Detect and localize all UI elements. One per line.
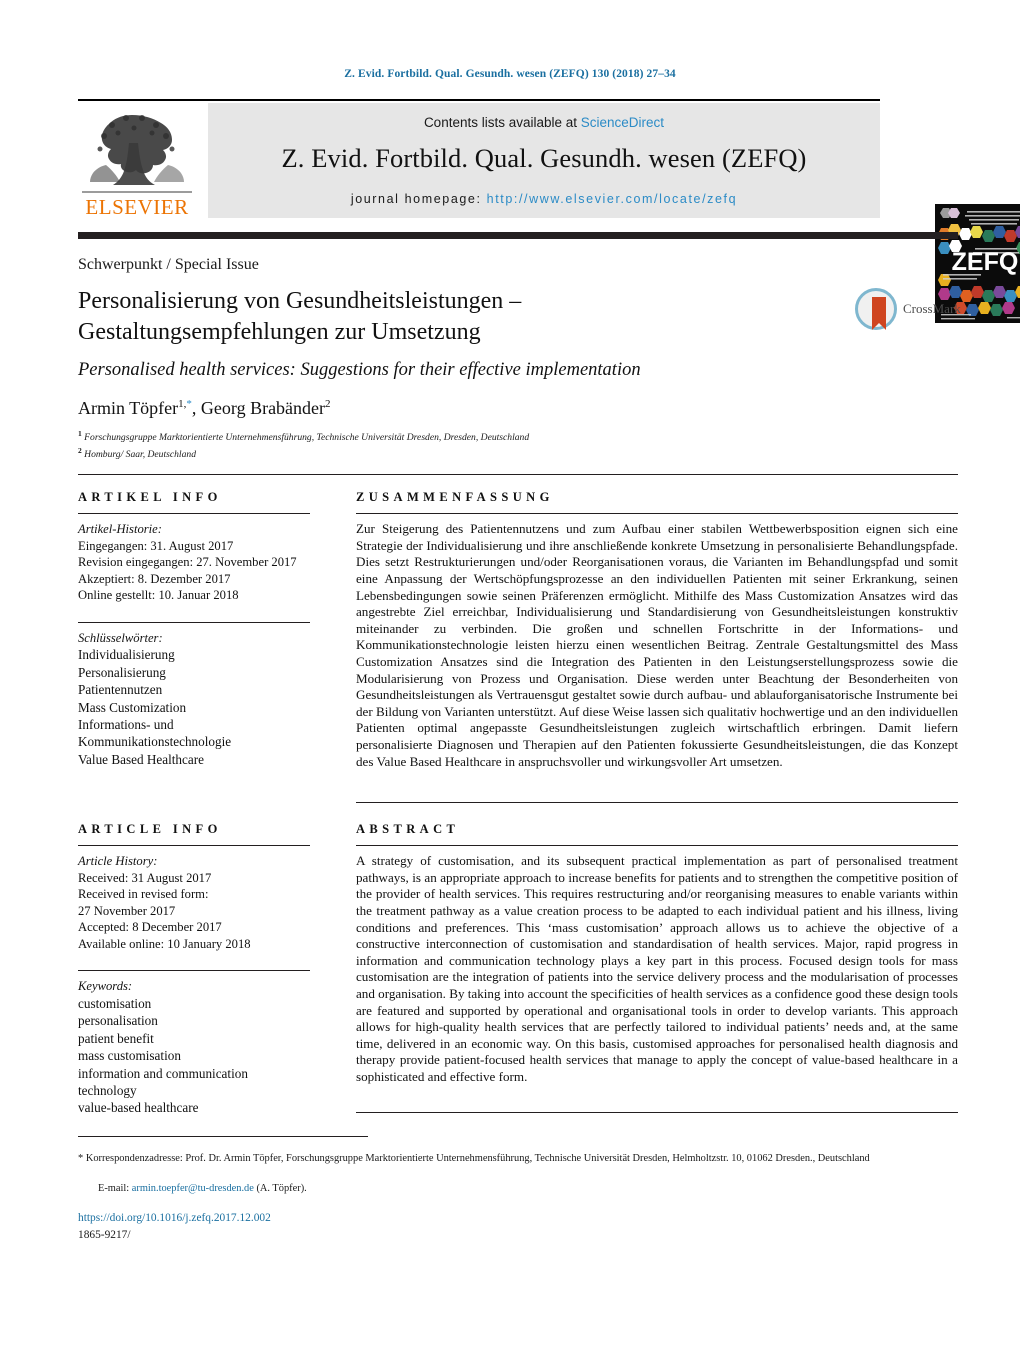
crossmark-ribbon-icon xyxy=(872,297,886,330)
article-info-rule xyxy=(78,845,310,847)
author-1-name: Armin Töpfer xyxy=(78,398,179,418)
keyword-item: mass customisation xyxy=(78,1048,181,1064)
email-line: E-mail: armin.toepfer@tu-dresden.de (A. … xyxy=(78,1183,958,1194)
journal-masthead: ELSEVIER Contents lists available at Sci… xyxy=(78,100,1020,323)
journal-title: Z. Evid. Fortbild. Qual. Gesundh. wesen … xyxy=(281,143,807,173)
keyword-item: Informations- und xyxy=(78,717,174,732)
journal-header-band: Contents lists available at ScienceDirec… xyxy=(208,103,880,218)
affil-1-marker: 1 xyxy=(78,429,82,438)
keyword-item: information and communication xyxy=(78,1065,248,1081)
keyword-item: Individualisierung xyxy=(78,647,175,663)
zusammenfassung-text: Zur Steigerung des Patientennutzens und … xyxy=(356,521,958,770)
artikel-historie-item: Eingegangen: 31. August 2017 xyxy=(78,538,234,553)
abstract-text: A strategy of customisation, and its sub… xyxy=(356,853,958,1085)
keyword-item: patient benefit xyxy=(78,1030,154,1046)
abstract-heading: ABSTRACT xyxy=(356,822,460,836)
journal-homepage-link[interactable]: http://www.elsevier.com/locate/zefq xyxy=(487,192,738,206)
article-history-item: Available online: 10 January 2018 xyxy=(78,936,251,951)
artikel-historie-label: Artikel-Historie: xyxy=(78,522,162,537)
page-subtitle: Personalised health services: Suggestion… xyxy=(78,360,641,380)
affil-2-marker: 2 xyxy=(78,445,82,455)
artikel-historie-item: Online gestellt: 10. Januar 2018 xyxy=(78,588,239,603)
page-title: Personalisierung von Gesundheitsleistung… xyxy=(78,286,778,348)
article-history-item: Accepted: 8 December 2017 xyxy=(78,920,222,935)
author-separator: , xyxy=(191,398,201,418)
zusammenfassung-column: ZUSAMMENFASSUNG Zur Steigerung des Patie… xyxy=(356,490,958,770)
artikel-historie-item: Revision eingegangen: 27. November 2017 xyxy=(78,555,297,570)
schluesselwoerter-label: Schlüsselwörter: xyxy=(78,630,163,645)
crossmark-badge[interactable]: CrossMark xyxy=(855,288,961,332)
doi-link[interactable]: https://doi.org/10.1016/j.zefq.2017.12.0… xyxy=(78,1212,271,1224)
author-list: Armin Töpfer1,*, Georg Brabänder2 xyxy=(78,398,778,419)
keyword-item: Kommunikationstechnologie xyxy=(78,734,232,750)
elsevier-tree-icon xyxy=(82,115,192,193)
info-section-top-rule xyxy=(78,474,958,476)
abstract-rule xyxy=(356,845,958,847)
elsevier-logo: ELSEVIER xyxy=(78,103,196,221)
contents-lists-line: Contents lists available at ScienceDirec… xyxy=(208,115,880,130)
keyword-item: value-based healthcare xyxy=(78,1100,199,1116)
affil-2-text: Homburg/ Saar, Deutschland xyxy=(84,448,196,460)
title-line-1: Personalisierung von Gesundheitsleistung… xyxy=(78,288,522,314)
artikel-info-heading: ARTIKEL INFO xyxy=(78,490,222,504)
article-history-label: Article History: xyxy=(78,854,158,869)
journal-article-first-page: Z. Evid. Fortbild. Qual. Gesundh. wesen … xyxy=(0,0,1020,1351)
special-issue-label: Schwerpunkt / Special Issue xyxy=(78,256,259,273)
keyword-item: Mass Customization xyxy=(78,699,187,715)
affiliations: 1 Forschungsgruppe Marktorientierte Unte… xyxy=(78,428,838,461)
email-suffix: (A. Töpfer). xyxy=(253,1183,307,1194)
author-2-name: Georg Brabänder xyxy=(200,398,326,418)
article-history-item: 27 November 2017 xyxy=(78,903,176,918)
author-2-affil-marker: 2 xyxy=(325,398,331,410)
corresponding-address: Korrespondenzadresse: Prof. Dr. Armin Tö… xyxy=(85,1153,870,1164)
elsevier-wordmark: ELSEVIER xyxy=(85,195,189,219)
zusammenfassung-rule xyxy=(356,513,958,515)
zusammenfassung-bottom-rule xyxy=(356,802,958,804)
abstract-bottom-rule xyxy=(356,1112,958,1114)
crossmark-icon xyxy=(855,288,897,330)
schluesselwoerter-rule xyxy=(78,621,310,623)
zusammenfassung-heading: ZUSAMMENFASSUNG xyxy=(356,490,554,504)
journal-homepage-line: journal homepage: http://www.elsevier.co… xyxy=(208,192,880,206)
artikel-info-column: ARTIKEL INFO Artikel-Historie: Eingegang… xyxy=(78,490,310,768)
issn-text: 1865-9217/ xyxy=(78,1229,131,1241)
running-head-citation: Z. Evid. Fortbild. Qual. Gesundh. wesen … xyxy=(344,68,676,80)
article-info-column: ARTICLE INFO Article History: Received: … xyxy=(78,822,310,1117)
artikel-info-rule xyxy=(78,513,310,515)
zusammenfassung-paragraph: Zur Steigerung des Patientennutzens und … xyxy=(356,521,958,769)
homepage-prefix: journal homepage: xyxy=(350,192,487,206)
masthead-bottom-bar xyxy=(78,232,958,239)
contents-prefix: Contents lists available at xyxy=(423,115,581,130)
artikel-historie-item: Akzeptiert: 8. Dezember 2017 xyxy=(78,571,231,586)
affil-1-text: Forschungsgruppe Marktorientierte Untern… xyxy=(84,432,530,444)
keywords-label: Keywords: xyxy=(78,979,133,994)
abstract-column: ABSTRACT A strategy of customisation, an… xyxy=(356,822,958,1086)
keyword-item: Personalisierung xyxy=(78,664,166,680)
corresponding-author-note: * Korrespondenzadresse: Prof. Dr. Armin … xyxy=(78,1152,958,1166)
article-history-item: Received in revised form: xyxy=(78,887,209,902)
keyword-item: Value Based Healthcare xyxy=(78,751,204,767)
footnote-rule xyxy=(78,1136,368,1138)
cover-zefq-text: ZEFQ xyxy=(952,248,1019,276)
article-history-item: Received: 31 August 2017 xyxy=(78,870,212,885)
keywords-rule xyxy=(78,970,310,972)
title-line-2: Gestaltungsempfehlungen zur Umsetzung xyxy=(78,319,481,345)
email-link[interactable]: armin.toepfer@tu-dresden.de xyxy=(132,1183,254,1194)
corresponding-star: * xyxy=(78,1153,84,1164)
article-info-heading: ARTICLE INFO xyxy=(78,822,222,836)
crossmark-label: CrossMark xyxy=(903,301,961,316)
keyword-item: customisation xyxy=(78,995,152,1011)
keyword-item: personalisation xyxy=(78,1013,158,1029)
keyword-item: technology xyxy=(78,1082,137,1098)
abstract-paragraph: A strategy of customisation, and its sub… xyxy=(356,853,958,1084)
email-label: E-mail: xyxy=(98,1183,132,1194)
keyword-item: Patientennutzen xyxy=(78,682,163,698)
sciencedirect-link[interactable]: ScienceDirect xyxy=(581,115,664,130)
